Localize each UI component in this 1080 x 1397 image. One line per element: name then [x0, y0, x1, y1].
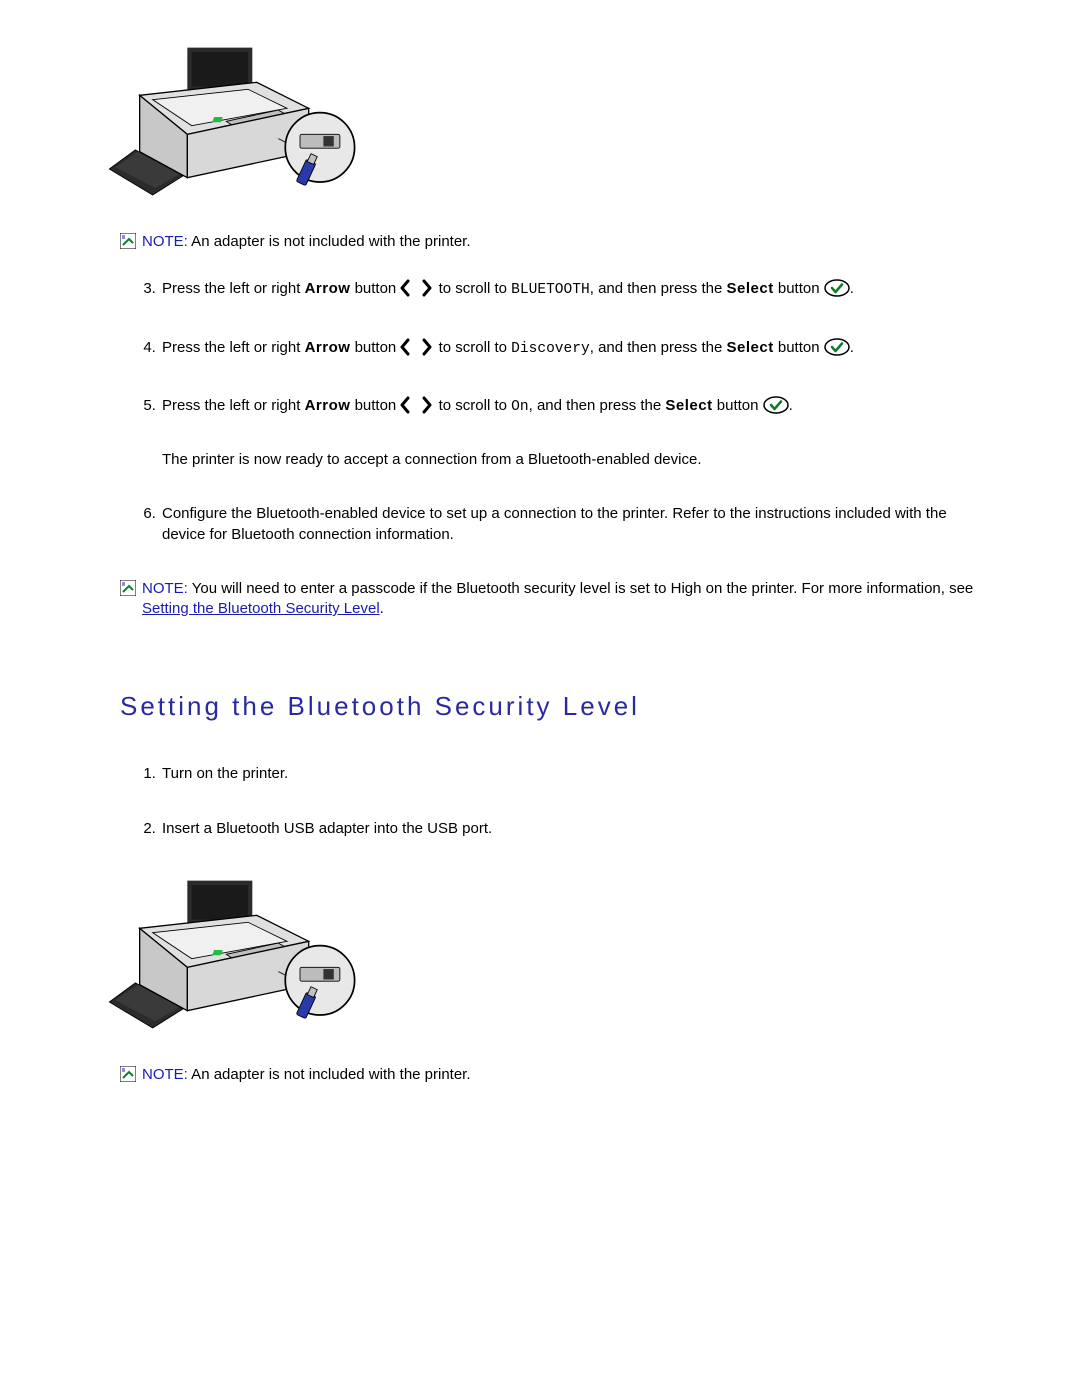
printer-with-adapter-figure — [105, 40, 365, 220]
select-button-icon — [824, 279, 850, 303]
note-adapter-not-included: NOTE: An adapter is not included with th… — [120, 1065, 1020, 1088]
arrow-buttons-icon — [400, 338, 434, 362]
step-5: Press the left or right Arrow button to … — [160, 396, 980, 471]
select-button-icon — [763, 396, 789, 420]
note-text: An adapter is not included with the prin… — [188, 233, 471, 250]
note-adapter-not-included: NOTE: An adapter is not included with th… — [120, 232, 1020, 255]
step-4: Press the left or right Arrow button to … — [160, 338, 980, 362]
step-b2: Insert a Bluetooth USB adapter into the … — [160, 819, 980, 839]
note-text: An adapter is not included with the prin… — [188, 1066, 471, 1083]
link-setting-bluetooth-security-level[interactable]: Setting the Bluetooth Security Level — [142, 600, 380, 617]
select-button-icon — [824, 338, 850, 362]
step-b1: Turn on the printer. — [160, 764, 980, 784]
document-page: NOTE: An adapter is not included with th… — [0, 0, 1080, 1397]
note-label: NOTE: — [142, 1066, 188, 1083]
step-5-continuation: The printer is now ready to accept a con… — [162, 450, 980, 470]
note-passcode: NOTE: You will need to enter a passcode … — [120, 579, 1020, 620]
note-label: NOTE: — [142, 233, 188, 250]
note-text: You will need to enter a passcode if the… — [188, 580, 973, 597]
arrow-buttons-icon — [400, 279, 434, 303]
note-label: NOTE: — [142, 580, 188, 597]
note-icon — [120, 1066, 136, 1088]
steps-list-bottom: Turn on the printer. Insert a Bluetooth … — [132, 764, 1020, 839]
heading-setting-bluetooth-security-level: Setting the Bluetooth Security Level — [120, 689, 1020, 724]
note-icon — [120, 233, 136, 255]
steps-list-top: Press the left or right Arrow button to … — [132, 279, 1020, 545]
arrow-buttons-icon — [400, 396, 434, 420]
step-3: Press the left or right Arrow button to … — [160, 279, 980, 303]
printer-with-adapter-figure — [105, 873, 365, 1053]
step-6: Configure the Bluetooth-enabled device t… — [160, 504, 980, 545]
note-icon — [120, 580, 136, 602]
